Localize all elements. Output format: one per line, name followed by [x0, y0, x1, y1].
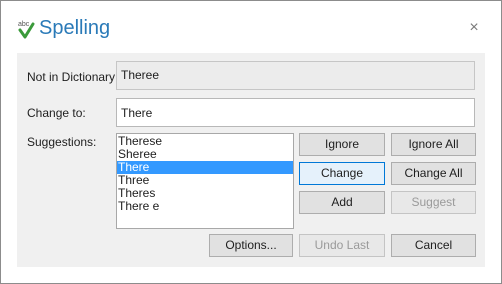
- close-icon[interactable]: ×: [463, 17, 485, 39]
- title-bar: abc Spelling ×: [1, 1, 501, 53]
- suggestion-item[interactable]: There e: [117, 200, 293, 213]
- svg-text:abc: abc: [18, 21, 30, 28]
- not-in-dictionary-field: Theree: [116, 61, 475, 90]
- change-button[interactable]: Change: [299, 162, 385, 185]
- add-button[interactable]: Add: [299, 191, 385, 214]
- suggestions-label: Suggestions:: [27, 135, 97, 149]
- change-to-label: Change to:: [27, 106, 86, 120]
- suggestions-list[interactable]: Therese Sheree There Three Theres There …: [116, 133, 294, 229]
- undo-last-button[interactable]: Undo Last: [299, 234, 385, 257]
- dialog-content: Not in Dictionary: Theree Change to: Sug…: [17, 53, 485, 267]
- change-to-label-text: Change to:: [27, 106, 86, 120]
- suggest-button[interactable]: Suggest: [391, 191, 476, 214]
- dialog-title: Spelling: [39, 17, 111, 39]
- not-in-dictionary-label: Not in Dictionary:: [27, 70, 119, 84]
- spell-check-icon: abc: [18, 21, 35, 39]
- ignore-all-button[interactable]: Ignore All: [391, 133, 476, 156]
- ignore-button[interactable]: Ignore: [299, 133, 385, 156]
- options-button[interactable]: Options...: [209, 234, 293, 257]
- change-to-input[interactable]: [116, 98, 475, 127]
- spelling-dialog: abc Spelling × Not in Dictionary: Theree…: [0, 0, 502, 284]
- cancel-button[interactable]: Cancel: [391, 234, 476, 257]
- change-all-button[interactable]: Change All: [391, 162, 476, 185]
